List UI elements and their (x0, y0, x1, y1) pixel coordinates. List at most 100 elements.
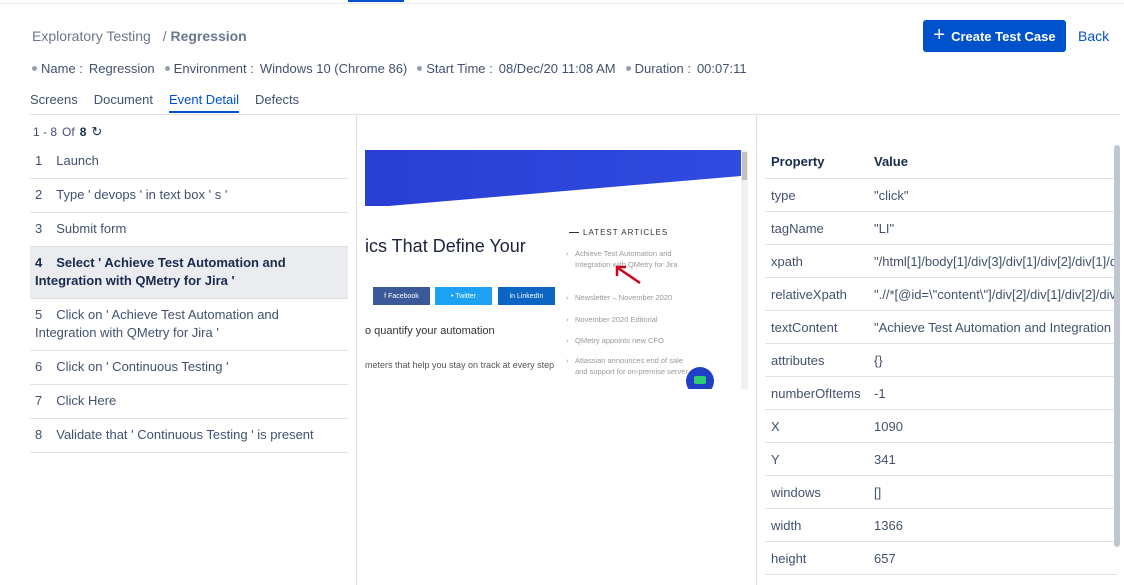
tab-screens[interactable]: Screens (30, 92, 78, 113)
linkedin-label: LinkedIn (516, 292, 544, 300)
meta-duration-label: Duration : (634, 61, 691, 76)
step-number: 1 (35, 153, 43, 168)
property-value: 1366 (874, 517, 903, 533)
meta-name-value: Regression (88, 61, 155, 76)
tab-bar: Screens Document Event Detail Defects (30, 92, 299, 113)
property-row: xpath "/html[1]/body[1]/div[3]/div[1]/div… (765, 245, 1117, 278)
step-list: 1 Launch 2 Type ' devops ' in text box ' s… (30, 145, 348, 453)
property-row: height 657 (765, 542, 1117, 575)
property-key: xpath (771, 253, 803, 269)
step-text: Type ' devops ' in text box ' s ' (56, 187, 228, 202)
step-text: Select ' Achieve Test Automation and Int… (35, 255, 286, 288)
facebook-share-button: f Facebook (373, 287, 430, 305)
refresh-icon[interactable]: ↻ (91, 124, 102, 140)
step-item[interactable]: 1 Launch (30, 145, 348, 179)
bullet-icon (625, 66, 631, 72)
pager: 1 - 8 Of 8 ↻ (33, 124, 102, 140)
property-row: numberOfItems -1 (765, 377, 1117, 410)
meta-env-value: Windows 10 (Chrome 86) (259, 61, 408, 76)
property-table: Property Value type "click" tagName "LI" x… (765, 145, 1117, 585)
linkedin-icon: in (509, 292, 517, 300)
property-value: 341 (874, 451, 896, 467)
step-text: Launch (56, 153, 99, 168)
pager-of: Of (62, 125, 75, 139)
chat-icon (686, 367, 714, 389)
step-item[interactable]: 5 Click on ' Achieve Test Automation and … (30, 299, 348, 351)
property-value: "click" (874, 187, 909, 203)
create-test-case-label: Create Test Case (951, 28, 1056, 44)
property-value: "Achieve Test Automation and Integration… (874, 319, 1117, 335)
meta-duration: Duration : 00:07:11 (625, 61, 747, 76)
breadcrumb-parent[interactable]: Exploratory Testing (32, 28, 151, 44)
pager-total: 8 (79, 125, 87, 139)
property-key: width (771, 517, 802, 533)
property-value: 1090 (874, 418, 903, 434)
meta-start-label: Start Time : (426, 61, 493, 76)
property-key: attributes (771, 352, 825, 368)
screenshot-banner-wedge (365, 176, 741, 208)
tabs-divider (30, 114, 1120, 115)
bullet-icon (417, 66, 423, 72)
property-row: type "click" (765, 179, 1117, 212)
property-key: X (771, 418, 780, 434)
step-screenshot[interactable]: ics That Define Your f Facebook • Twitte… (365, 150, 748, 389)
step-text: Submit form (56, 221, 127, 236)
twitter-label: Twitter (455, 292, 477, 300)
facebook-label: Facebook (388, 292, 419, 300)
step-item[interactable]: 3 Submit form (30, 213, 348, 247)
property-table-scrollbar[interactable] (1114, 145, 1120, 547)
top-accent-bar (348, 0, 404, 2)
step-number: 2 (35, 187, 43, 202)
back-link[interactable]: Back (1078, 28, 1109, 44)
linkedin-share-button: in LinkedIn (498, 287, 555, 305)
step-text: Validate that ' Continuous Testing ' is … (56, 427, 314, 442)
property-row: textContent "Achieve Test Automation and … (765, 311, 1117, 344)
article-link: Atlassian announces end of sale and supp… (566, 355, 695, 377)
screenshot-scrollbar (741, 150, 748, 389)
property-value: {} (874, 352, 883, 368)
property-key: tagName (771, 220, 824, 236)
step-item[interactable]: 6 Click on ' Continuous Testing ' (30, 351, 348, 385)
property-key: height (771, 550, 807, 566)
latest-articles-title: LATEST ARTICLES (569, 228, 668, 237)
red-arrow-icon (615, 265, 641, 285)
article-link: Newsletter – November 2020 (566, 292, 695, 303)
bullet-icon (32, 66, 37, 72)
session-meta: Name : Regression Environment : Windows 10… (32, 61, 747, 76)
property-row: attributes {} (765, 344, 1117, 377)
step-number: 3 (35, 221, 43, 236)
screenshot-headline: ics That Define Your (365, 236, 526, 256)
meta-environment: Environment : Windows 10 (Chrome 86) (164, 61, 408, 76)
step-item-selected[interactable]: 4 Select ' Achieve Test Automation and In… (30, 247, 348, 299)
tab-defects[interactable]: Defects (255, 92, 299, 113)
tab-event-detail[interactable]: Event Detail (168, 92, 240, 113)
tab-document[interactable]: Document (94, 92, 153, 113)
property-value: "/html[1]/body[1]/div[3]/div[1]/div[2]/d… (874, 253, 1117, 269)
property-value: ".//*[@id=\"content\"]/div[2]/div[1]/div… (874, 286, 1117, 302)
step-text: Click on ' Continuous Testing ' (56, 359, 229, 374)
step-number: 6 (35, 359, 43, 374)
meta-start-time: Start Time : 08/Dec/20 11:08 AM (417, 61, 616, 76)
property-key: textContent (771, 319, 838, 335)
top-divider (0, 3, 1124, 4)
step-item[interactable]: 7 Click Here (30, 385, 348, 419)
step-number: 8 (35, 427, 43, 442)
property-value: [] (874, 484, 882, 500)
property-row: X 1090 (765, 410, 1117, 443)
step-number: 7 (35, 393, 43, 408)
meta-name-label: Name : (41, 61, 83, 76)
property-column-header: Property (771, 154, 825, 169)
meta-env-label: Environment : (173, 61, 254, 76)
property-row: width 1366 (765, 509, 1117, 542)
property-row: Y 341 (765, 443, 1117, 476)
screenshot-subheading: o quantify your automation (365, 325, 495, 337)
step-number: 5 (35, 307, 43, 322)
property-key: numberOfItems (771, 385, 861, 401)
breadcrumb-separator: / (162, 28, 167, 44)
create-test-case-button[interactable]: + Create Test Case (923, 20, 1066, 52)
property-row: relativeXpath ".//*[@id=\"content\"]/div[… (765, 278, 1117, 311)
step-item[interactable]: 2 Type ' devops ' in text box ' s ' (30, 179, 348, 213)
property-key: type (771, 187, 796, 203)
step-text: Click Here (56, 393, 117, 408)
step-item[interactable]: 8 Validate that ' Continuous Testing ' is… (30, 419, 348, 453)
